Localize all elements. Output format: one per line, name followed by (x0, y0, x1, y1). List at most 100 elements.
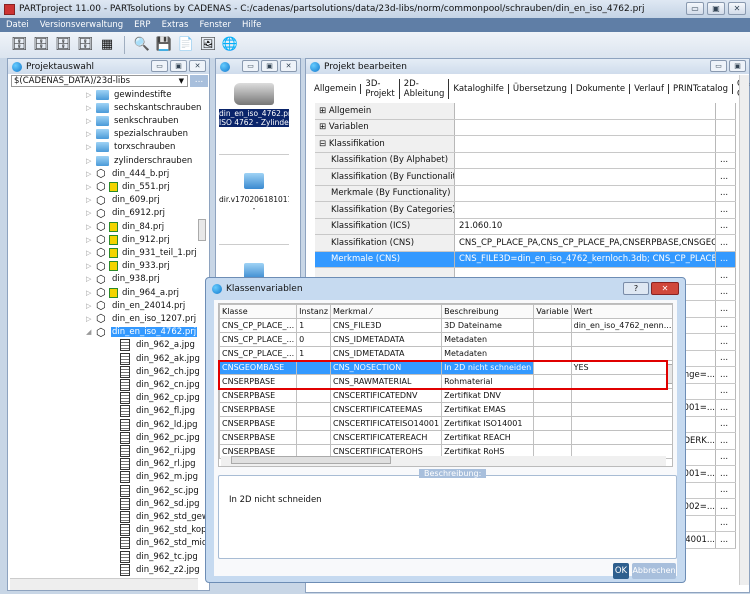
ellipsis-button[interactable]: ... (716, 202, 736, 218)
property-row[interactable]: Klassifikation (ICS) 21.060.10... (315, 218, 736, 235)
expanded-arrow-icon[interactable]: ◢ (86, 328, 96, 336)
scrollbar-thumb[interactable] (198, 219, 206, 241)
ellipsis-button[interactable]: ... (716, 334, 736, 350)
tree-item[interactable]: ▷ ⬡ din_551.prj (86, 180, 171, 193)
menu-item-hilfe[interactable]: Hilfe (242, 20, 261, 30)
ellipsis-button[interactable]: ... (716, 482, 736, 498)
ellipsis-button[interactable]: ... (716, 466, 736, 482)
tree-item[interactable]: din_962_ld.jpg (120, 418, 198, 431)
tree-item[interactable]: ▷ ⬡ din_931_teil_1.prj (86, 246, 198, 259)
maximize-button[interactable]: ▣ (261, 60, 278, 72)
table-row[interactable]: CNSERPBASE CNSCERTIFICATEDNV Zertifikat DN… (219, 388, 672, 403)
maximize-button[interactable]: ▣ (729, 60, 746, 72)
column-header[interactable]: Merkmal ⁄ (330, 304, 443, 319)
table-row[interactable]: CNS_CP_PLACE_... 1 CNS_IDMETADATA Metadaten (219, 346, 672, 361)
ellipsis-button[interactable]: ... (716, 317, 736, 333)
menu-item-versionsverwaltung[interactable]: Versionsverwaltung (40, 20, 123, 30)
horizontal-scrollbar[interactable] (10, 578, 198, 590)
menu-item-erp[interactable]: ERP (134, 20, 150, 30)
column-header[interactable]: Klasse (219, 304, 298, 319)
expand-arrow-icon[interactable]: ▷ (86, 117, 96, 125)
property-row[interactable]: Merkmale (By Functionality)... (315, 185, 736, 202)
tree-item[interactable]: ▷ spezialschrauben (86, 128, 189, 141)
ellipsis-button[interactable]: ... (716, 400, 736, 416)
ellipsis-button[interactable]: ... (716, 301, 736, 317)
tree-item[interactable]: din_962_m.jpg (120, 471, 199, 484)
ellipsis-button[interactable]: ... (716, 532, 736, 548)
tab-2[interactable]: 2D-Ableitung (400, 79, 450, 99)
ellipsis-button[interactable]: ... (716, 449, 736, 465)
property-row[interactable]: ⊟ Klassifikation (315, 136, 736, 153)
menu-item-fenster[interactable]: Fenster (199, 20, 231, 30)
cancel-button[interactable]: Abbrechen (632, 563, 676, 579)
tree-item[interactable]: din_962_cn.jpg (120, 378, 201, 391)
tree-item[interactable]: ▷ ⬡ din_912.prj (86, 233, 171, 246)
expand-arrow-icon[interactable]: ▷ (86, 196, 96, 204)
db-icon[interactable]: 🗄 (54, 36, 72, 54)
maximize-button[interactable]: ▣ (170, 60, 187, 72)
ellipsis-button[interactable]: ... (716, 515, 736, 531)
library-combobox[interactable]: $(CADENAS_DATA)/23d-libs ▼ (11, 75, 188, 87)
property-row[interactable]: Merkmale (CNS) CNS_FILE3D=din_en_iso_4762… (315, 251, 736, 268)
tab-1[interactable]: 3D-Projekt (361, 79, 400, 99)
ellipsis-button[interactable]: ... (716, 235, 736, 251)
tree-item[interactable]: din_962_ri.jpg (120, 444, 197, 457)
ellipsis-button[interactable]: ... (716, 416, 736, 432)
table-row[interactable]: CNSERPBASE CNSCERTIFICATEEMAS Zertifikat E… (219, 402, 672, 417)
property-row[interactable]: Klassifikation (By Functionality)... (315, 169, 736, 186)
expand-arrow-icon[interactable]: ▷ (86, 157, 96, 165)
expand-arrow-icon[interactable]: ▷ (86, 104, 96, 112)
column-header[interactable]: Variable (533, 304, 572, 319)
ellipsis-button[interactable]: ... (716, 499, 736, 515)
expand-arrow-icon[interactable]: ▷ (86, 236, 96, 244)
preview-item[interactable]: dir.v170206181011..- (219, 173, 289, 245)
ellipsis-button[interactable] (716, 136, 736, 152)
expand-arrow-icon[interactable]: ▷ (86, 275, 96, 283)
property-row[interactable]: ⊞ Variablen (315, 119, 736, 136)
tab-6[interactable]: Verlauf (630, 84, 669, 94)
expand-arrow-icon[interactable]: ▷ (86, 170, 96, 178)
tree-item[interactable]: din_962_fl.jpg (120, 405, 196, 418)
table-row[interactable]: CNS_CP_PLACE_... 1 CNS_FILE3D 3D Dateiname d… (219, 318, 672, 333)
table-icon[interactable]: ▦ (98, 36, 116, 54)
tree-item[interactable]: ▷ torxschrauben (86, 141, 176, 154)
property-row[interactable]: Klassifikation (CNS) CNS_CP_PLACE_PA,CNS_… (315, 235, 736, 252)
tree-item[interactable]: ▷ ⬡ din_964_a.prj (86, 286, 180, 299)
tree-item[interactable]: din_962_sd.jpg (120, 497, 201, 510)
column-header[interactable]: Wert (570, 304, 672, 319)
expand-arrow-icon[interactable]: ▷ (86, 223, 96, 231)
ellipsis-button[interactable]: ... (716, 218, 736, 234)
tree-item[interactable]: ▷ ⬡ din_938.prj (86, 273, 161, 286)
db-users-icon[interactable]: 🗄 (32, 36, 50, 54)
search-tool-icon[interactable]: 🔍 (133, 36, 151, 54)
tree-item[interactable]: din_962_z2.jpg (120, 563, 201, 576)
expand-arrow-icon[interactable]: ▷ (86, 209, 96, 217)
tree-item[interactable]: ▷ zylinderschrauben (86, 154, 193, 167)
expand-arrow-icon[interactable]: ▷ (86, 302, 96, 310)
minimize-button[interactable]: ▭ (242, 60, 259, 72)
tree-item[interactable]: din_962_rl.jpg (120, 458, 197, 471)
ellipsis-button[interactable]: ... (716, 185, 736, 201)
ellipsis-button[interactable]: ... (716, 268, 736, 284)
tree-item[interactable]: ▷ ⬡ din_en_24014.prj (86, 299, 186, 312)
menu-item-datei[interactable]: Datei (6, 20, 29, 30)
tree-item[interactable]: ▷ senkschrauben (86, 114, 180, 127)
tab-3[interactable]: Kataloghilfe (449, 84, 509, 94)
tree-item[interactable]: din_962_pc.jpg (120, 431, 201, 444)
ellipsis-button[interactable]: ... (716, 433, 736, 449)
expand-arrow-icon[interactable]: ▷ (86, 262, 96, 270)
copy-icon[interactable]: 📄 (177, 36, 195, 54)
tree-item[interactable]: ▷ ⬡ din_933.prj (86, 260, 171, 273)
ellipsis-button[interactable]: ... (716, 383, 736, 399)
ellipsis-button[interactable]: ... (716, 284, 736, 300)
help-button[interactable]: ? (623, 282, 649, 295)
expand-arrow-icon[interactable]: ▷ (86, 183, 96, 191)
expand-arrow-icon[interactable]: ▷ (86, 143, 96, 151)
column-header[interactable]: Beschreibung (441, 304, 535, 319)
minimize-button[interactable]: ▭ (151, 60, 168, 72)
vertical-scrollbar[interactable] (739, 75, 749, 585)
property-row[interactable]: ⊞ Allgemein (315, 103, 736, 120)
tree-item[interactable]: din_962_ch.jpg (120, 365, 201, 378)
tree-item[interactable]: ▷ sechskantschrauben (86, 101, 202, 114)
globe-icon[interactable]: 🌐 (221, 36, 239, 54)
